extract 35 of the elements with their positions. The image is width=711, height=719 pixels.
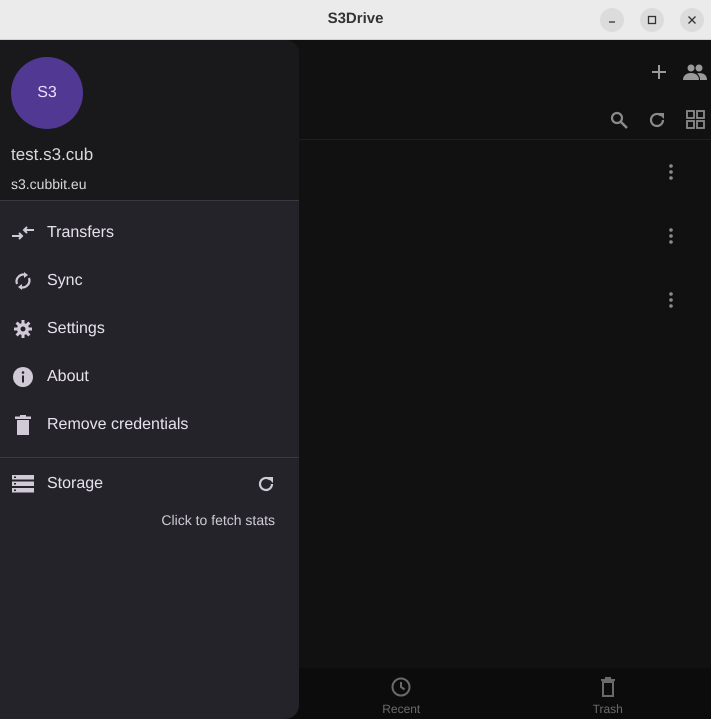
close-icon — [687, 14, 697, 24]
refresh-icon[interactable] — [257, 475, 275, 493]
people-icon[interactable] — [683, 64, 707, 80]
search-icon[interactable] — [610, 110, 628, 128]
menu-item[interactable]: About — [47, 365, 89, 389]
storage-icon — [12, 475, 34, 493]
maximize-button[interactable] — [640, 8, 664, 32]
window-title: S3Drive — [328, 9, 384, 30]
info-icon — [13, 367, 33, 387]
maximize-icon — [647, 14, 657, 24]
clock-icon — [391, 677, 412, 697]
menu-item[interactable]: Sync — [47, 269, 83, 293]
menu-item[interactable]: Transfers — [47, 221, 114, 245]
add-icon[interactable] — [651, 64, 667, 80]
menu-item[interactable]: Remove credentials — [47, 413, 188, 437]
minimize-icon — [608, 21, 616, 23]
nav-tab[interactable]: Recent — [298, 668, 504, 719]
more-options-icon[interactable] — [669, 292, 673, 308]
nav-tab[interactable]: Trash — [504, 668, 711, 719]
refresh-icon[interactable] — [648, 110, 666, 128]
close-button[interactable] — [680, 8, 704, 32]
grid-view-icon[interactable] — [686, 110, 705, 129]
menu-item[interactable]: Settings — [47, 317, 105, 341]
avatar: S3 — [11, 57, 83, 129]
sync-icon — [13, 271, 33, 291]
transfers-icon — [12, 226, 34, 240]
settings-icon — [13, 319, 33, 339]
account-name: test.s3.cub — [11, 144, 94, 166]
storage-label: Storage — [47, 474, 104, 494]
trash-icon — [15, 415, 31, 435]
more-options-icon[interactable] — [669, 164, 673, 180]
trash-icon — [600, 677, 616, 697]
more-options-icon[interactable] — [669, 228, 673, 244]
endpoint-url: s3.cubbit.eu — [11, 174, 88, 194]
storage-hint[interactable]: Click to fetch stats — [161, 510, 275, 531]
